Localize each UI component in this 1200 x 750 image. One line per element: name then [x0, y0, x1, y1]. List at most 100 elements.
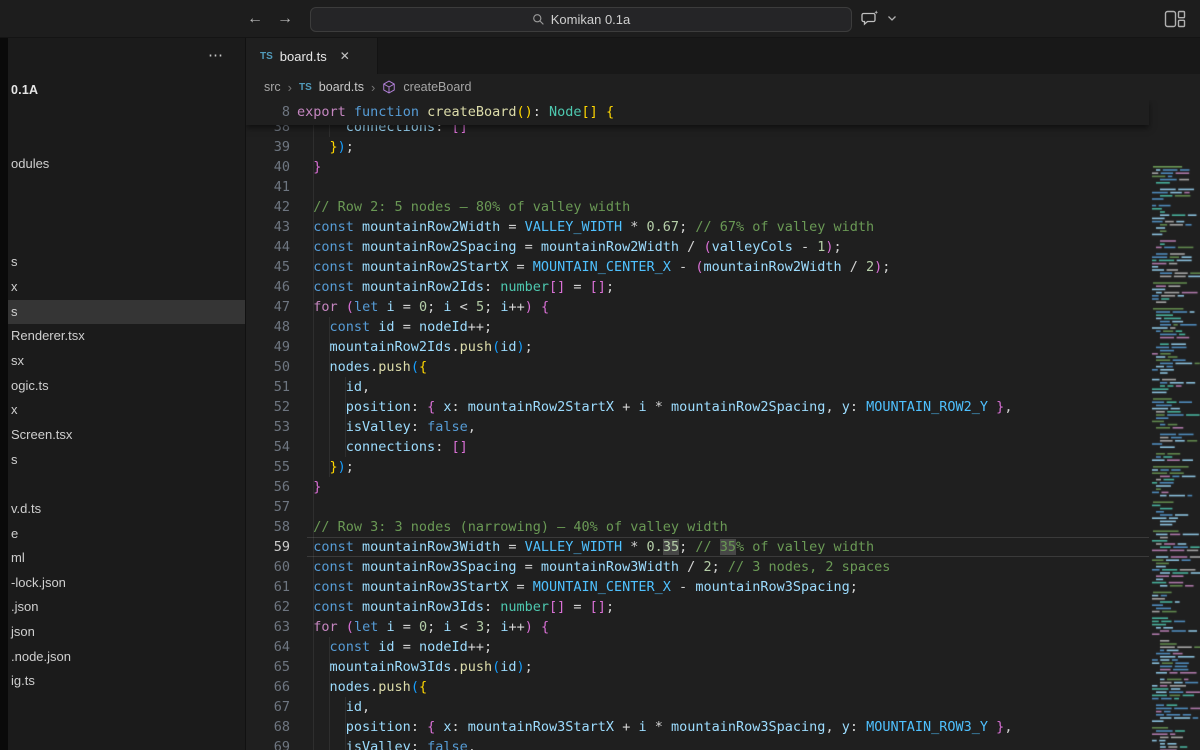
line-number: 44	[246, 237, 290, 257]
code-line-63[interactable]: 63 for (let i = 0; i < 3; i++) {	[246, 617, 1149, 637]
code-text: const id = nodeId++;	[290, 637, 492, 657]
line-number: 68	[246, 717, 290, 737]
sidebar-file-item[interactable]: v.d.ts	[8, 497, 245, 522]
code-line-48[interactable]: 48 const id = nodeId++;	[246, 317, 1149, 337]
line-number: 39	[246, 137, 290, 157]
code-line-49[interactable]: 49 mountainRow2Ids.push(id);	[246, 337, 1149, 357]
code-editor[interactable]: 38 connections: []39 });40 }4142 // Row …	[246, 100, 1200, 750]
customize-layout-icon[interactable]	[1164, 9, 1186, 29]
sidebar-spacer	[8, 226, 245, 251]
sticky-scroll[interactable]: 8export function createBoard(): Node[] {	[246, 100, 1149, 125]
code-line-46[interactable]: 46 const mountainRow2Ids: number[] = [];	[246, 277, 1149, 297]
code-line-58[interactable]: 58 // Row 3: 3 nodes (narrowing) — 40% o…	[246, 517, 1149, 537]
tab-close-icon[interactable]: ✕	[340, 49, 350, 63]
code-text: export function createBoard(): Node[] {	[290, 102, 614, 122]
code-line-47[interactable]: 47 for (let i = 0; i < 5; i++) {	[246, 297, 1149, 317]
history-forward-button[interactable]: →	[274, 8, 296, 30]
sidebar-file-item[interactable]: s	[8, 300, 245, 325]
code-line-64[interactable]: 64 const id = nodeId++;	[246, 637, 1149, 657]
code-line-55[interactable]: 55 });	[246, 457, 1149, 477]
code-line-41[interactable]: 41	[246, 177, 1149, 197]
line-number: 67	[246, 697, 290, 717]
code-line-42[interactable]: 42 // Row 2: 5 nodes — 80% of valley wid…	[246, 197, 1149, 217]
ts-file-icon: TS	[299, 82, 312, 93]
line-number: 60	[246, 557, 290, 577]
sidebar-spacer	[8, 472, 245, 497]
sidebar-file-item[interactable]: .node.json	[8, 645, 245, 670]
code-line-52[interactable]: 52 position: { x: mountainRow2StartX + i…	[246, 397, 1149, 417]
sidebar-file-item[interactable]: .json	[8, 595, 245, 620]
code-line-40[interactable]: 40 }	[246, 157, 1149, 177]
code-line-69[interactable]: 69 isValley: false,	[246, 737, 1149, 750]
code-line-61[interactable]: 61 const mountainRow3StartX = MOUNTAIN_C…	[246, 577, 1149, 597]
code-line-62[interactable]: 62 const mountainRow3Ids: number[] = [];	[246, 597, 1149, 617]
code-line-60[interactable]: 60 const mountainRow3Spacing = mountainR…	[246, 557, 1149, 577]
file-tree: 0.1AodulessxsRenderer.tsxsxogic.tsxScree…	[8, 78, 245, 694]
sidebar-file-item[interactable]: sx	[8, 349, 245, 374]
line-number: 52	[246, 397, 290, 417]
title-bar: ← → Komikan 0.1a	[0, 0, 1200, 38]
code-line-8[interactable]: 8export function createBoard(): Node[] {	[246, 102, 1149, 122]
line-number: 49	[246, 337, 290, 357]
line-number: 61	[246, 577, 290, 597]
line-number: 56	[246, 477, 290, 497]
line-number: 69	[246, 737, 290, 750]
code-line-45[interactable]: 45 const mountainRow2StartX = MOUNTAIN_C…	[246, 257, 1149, 277]
code-line-66[interactable]: 66 nodes.push({	[246, 677, 1149, 697]
sidebar-file-item[interactable]: e	[8, 522, 245, 547]
sidebar-file-item[interactable]: Renderer.tsx	[8, 324, 245, 349]
code-line-68[interactable]: 68 position: { x: mountainRow3StartX + i…	[246, 717, 1149, 737]
breadcrumb-symbol[interactable]: createBoard	[403, 80, 471, 94]
sidebar-file-item[interactable]: Screen.tsx	[8, 423, 245, 448]
code-line-65[interactable]: 65 mountainRow3Ids.push(id);	[246, 657, 1149, 677]
code-line-57[interactable]: 57	[246, 497, 1149, 517]
code-line-51[interactable]: 51 id,	[246, 377, 1149, 397]
sidebar-file-item[interactable]: ogic.ts	[8, 374, 245, 399]
code-line-59[interactable]: 59 const mountainRow3Width = VALLEY_WIDT…	[246, 537, 1149, 557]
code-text	[290, 497, 297, 517]
sidebar-file-item[interactable]: x	[8, 275, 245, 300]
sidebar-file-item[interactable]: json	[8, 620, 245, 645]
explorer-actions-ellipsis[interactable]: ⋯	[208, 46, 224, 64]
indent-guide	[345, 377, 346, 457]
code-line-39[interactable]: 39 });	[246, 137, 1149, 157]
chevron-down-icon[interactable]	[886, 12, 898, 24]
code-line-50[interactable]: 50 nodes.push({	[246, 357, 1149, 377]
code-line-53[interactable]: 53 isValley: false,	[246, 417, 1149, 437]
sidebar-spacer	[8, 103, 245, 128]
sidebar-file-item[interactable]: s	[8, 448, 245, 473]
breadcrumb-file[interactable]: board.ts	[319, 80, 364, 94]
workspace-title[interactable]: 0.1A	[8, 78, 245, 103]
code-text: const mountainRow2Width = VALLEY_WIDTH *…	[290, 217, 874, 237]
search-icon	[532, 13, 545, 26]
command-center-search[interactable]: Komikan 0.1a	[310, 7, 852, 32]
history-back-button[interactable]: ←	[244, 8, 266, 30]
breadcrumb-folder[interactable]: src	[264, 80, 281, 94]
code-text: }	[290, 157, 321, 177]
code-text: isValley: false,	[290, 417, 476, 437]
line-number: 50	[246, 357, 290, 377]
code-text: // Row 2: 5 nodes — 80% of valley width	[290, 197, 630, 217]
copilot-chat-icon[interactable]	[860, 9, 880, 29]
line-number: 41	[246, 177, 290, 197]
sidebar-file-item[interactable]: ml	[8, 546, 245, 571]
code-line-43[interactable]: 43 const mountainRow2Width = VALLEY_WIDT…	[246, 217, 1149, 237]
sidebar-file-item[interactable]: odules	[8, 152, 245, 177]
sidebar-file-item[interactable]: x	[8, 398, 245, 423]
tab-board-ts[interactable]: TS board.ts ✕	[246, 38, 378, 74]
code-line-67[interactable]: 67 id,	[246, 697, 1149, 717]
line-number: 62	[246, 597, 290, 617]
line-number: 42	[246, 197, 290, 217]
code-line-56[interactable]: 56 }	[246, 477, 1149, 497]
sidebar-file-item[interactable]: s	[8, 250, 245, 275]
sidebar-file-item[interactable]: -lock.json	[8, 571, 245, 596]
sidebar-file-item[interactable]: ig.ts	[8, 669, 245, 694]
indent-guide	[313, 117, 314, 750]
code-text: id,	[290, 377, 370, 397]
minimap[interactable]	[1149, 162, 1200, 750]
code-line-54[interactable]: 54 connections: []	[246, 437, 1149, 457]
code-text: position: { x: mountainRow3StartX + i * …	[290, 717, 1012, 737]
code-text: }	[290, 477, 321, 497]
code-text: connections: []	[290, 437, 468, 457]
code-line-44[interactable]: 44 const mountainRow2Spacing = mountainR…	[246, 237, 1149, 257]
